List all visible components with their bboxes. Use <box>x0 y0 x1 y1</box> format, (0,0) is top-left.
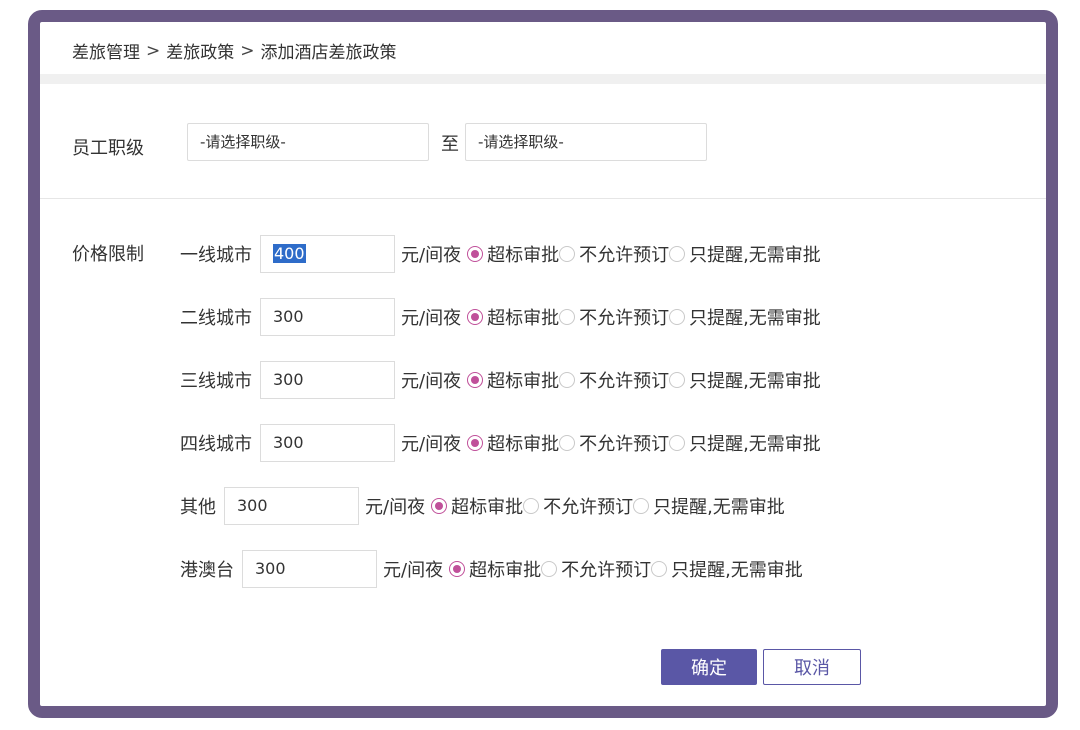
radio-selected-icon[interactable] <box>467 435 484 451</box>
unit-label: 元/间夜 <box>401 371 462 392</box>
price-row-other: 其他 300 元/间夜 超标审批 不允许预订 只提醒,无需审批 <box>180 487 785 525</box>
radio-not-allowed[interactable]: 不允许预订 <box>559 241 669 267</box>
radio-icon[interactable] <box>651 561 668 577</box>
price-row-hk-macau-taiwan: 港澳台 300 元/间夜 超标审批 不允许预订 只提醒,无需审批 <box>180 550 803 588</box>
radio-remind-only[interactable]: 只提醒,无需审批 <box>669 241 821 267</box>
city-label: 三线城市 <box>180 371 252 392</box>
unit-label: 元/间夜 <box>401 308 462 329</box>
radio-icon[interactable] <box>669 435 686 451</box>
radio-icon[interactable] <box>669 372 686 388</box>
option-label: 只提醒,无需审批 <box>689 308 821 329</box>
option-label: 超标审批 <box>487 434 560 455</box>
radio-over-standard-approval[interactable]: 超标审批 <box>467 430 559 456</box>
radio-icon[interactable] <box>559 309 576 325</box>
option-label: 只提醒,无需审批 <box>689 245 821 266</box>
breadcrumb-separator: > <box>146 40 161 61</box>
price-input-hk-macau-taiwan[interactable]: 300 <box>242 550 377 588</box>
radio-icon[interactable] <box>559 372 576 388</box>
price-limit-label: 价格限制 <box>72 244 144 265</box>
option-label: 超标审批 <box>487 371 560 392</box>
radio-remind-only[interactable]: 只提醒,无需审批 <box>669 304 821 330</box>
unit-label: 元/间夜 <box>383 560 444 581</box>
radio-selected-icon[interactable] <box>431 498 448 514</box>
price-row-tier1: 一线城市 400 元/间夜 超标审批 不允许预订 只提醒,无需审批 <box>180 235 821 273</box>
option-label: 超标审批 <box>487 245 560 266</box>
breadcrumb-item-travel-policy[interactable]: 差旅政策 <box>166 38 234 63</box>
radio-remind-only[interactable]: 只提醒,无需审批 <box>669 430 821 456</box>
radio-not-allowed[interactable]: 不允许预订 <box>559 304 669 330</box>
section-divider <box>40 198 1046 199</box>
breadcrumb-item-travel-management[interactable]: 差旅管理 <box>72 38 140 63</box>
radio-icon[interactable] <box>669 309 686 325</box>
unit-label: 元/间夜 <box>401 434 462 455</box>
radio-selected-icon[interactable] <box>467 246 484 262</box>
price-row-tier2: 二线城市 300 元/间夜 超标审批 不允许预订 只提醒,无需审批 <box>180 298 821 336</box>
price-input-tier4[interactable]: 300 <box>260 424 395 462</box>
radio-over-standard-approval[interactable]: 超标审批 <box>467 367 559 393</box>
radio-remind-only[interactable]: 只提醒,无需审批 <box>651 556 803 582</box>
option-label: 不允许预订 <box>579 245 670 266</box>
unit-label: 元/间夜 <box>401 245 462 266</box>
option-label: 不允许预订 <box>543 497 634 518</box>
radio-over-standard-approval[interactable]: 超标审批 <box>449 556 541 582</box>
confirm-button[interactable]: 确定 <box>661 649 757 685</box>
radio-selected-icon[interactable] <box>467 372 484 388</box>
radio-selected-icon[interactable] <box>467 309 484 325</box>
city-label: 二线城市 <box>180 308 252 329</box>
cancel-button[interactable]: 取消 <box>763 649 861 685</box>
option-label: 不允许预订 <box>561 560 652 581</box>
option-label: 只提醒,无需审批 <box>689 434 821 455</box>
price-input-value: 400 <box>273 244 306 263</box>
radio-icon[interactable] <box>633 498 650 514</box>
radio-over-standard-approval[interactable]: 超标审批 <box>431 493 523 519</box>
radio-icon[interactable] <box>669 246 686 262</box>
price-input-tier2[interactable]: 300 <box>260 298 395 336</box>
level-range-to-label: 至 <box>441 134 459 155</box>
radio-remind-only[interactable]: 只提醒,无需审批 <box>669 367 821 393</box>
city-label: 其他 <box>180 497 216 518</box>
radio-over-standard-approval[interactable]: 超标审批 <box>467 304 559 330</box>
option-label: 不允许预订 <box>579 434 670 455</box>
radio-not-allowed[interactable]: 不允许预订 <box>559 430 669 456</box>
radio-icon[interactable] <box>559 246 576 262</box>
radio-icon[interactable] <box>541 561 558 577</box>
radio-remind-only[interactable]: 只提醒,无需审批 <box>633 493 785 519</box>
option-label: 超标审批 <box>487 308 560 329</box>
form-panel: 差旅管理 > 差旅政策 > 添加酒店差旅政策 员工职级 -请选择职级- 至 -请… <box>40 22 1046 706</box>
option-label: 超标审批 <box>451 497 524 518</box>
level-from-select[interactable]: -请选择职级- <box>187 123 429 161</box>
price-input-tier3[interactable]: 300 <box>260 361 395 399</box>
option-label: 超标审批 <box>469 560 542 581</box>
city-label: 一线城市 <box>180 245 252 266</box>
radio-selected-icon[interactable] <box>449 561 466 577</box>
price-input-other[interactable]: 300 <box>224 487 359 525</box>
breadcrumb: 差旅管理 > 差旅政策 > 添加酒店差旅政策 <box>72 38 397 64</box>
radio-icon[interactable] <box>523 498 540 514</box>
option-label: 只提醒,无需审批 <box>653 497 785 518</box>
radio-not-allowed[interactable]: 不允许预订 <box>523 493 633 519</box>
city-label: 港澳台 <box>180 560 234 581</box>
option-label: 不允许预订 <box>579 308 670 329</box>
level-to-select[interactable]: -请选择职级- <box>465 123 707 161</box>
option-label: 只提醒,无需审批 <box>689 371 821 392</box>
price-row-tier3: 三线城市 300 元/间夜 超标审批 不允许预订 只提醒,无需审批 <box>180 361 821 399</box>
employee-level-label: 员工职级 <box>72 138 144 159</box>
unit-label: 元/间夜 <box>365 497 426 518</box>
window-frame: 差旅管理 > 差旅政策 > 添加酒店差旅政策 员工职级 -请选择职级- 至 -请… <box>28 10 1058 718</box>
radio-over-standard-approval[interactable]: 超标审批 <box>467 241 559 267</box>
city-label: 四线城市 <box>180 434 252 455</box>
radio-not-allowed[interactable]: 不允许预订 <box>559 367 669 393</box>
option-label: 只提醒,无需审批 <box>671 560 803 581</box>
radio-not-allowed[interactable]: 不允许预订 <box>541 556 651 582</box>
price-input-tier1[interactable]: 400 <box>260 235 395 273</box>
price-row-tier4: 四线城市 300 元/间夜 超标审批 不允许预订 只提醒,无需审批 <box>180 424 821 462</box>
breadcrumb-item-current: 添加酒店差旅政策 <box>260 43 397 63</box>
breadcrumb-separator: > <box>240 40 255 61</box>
section-band <box>40 74 1046 84</box>
option-label: 不允许预订 <box>579 371 670 392</box>
radio-icon[interactable] <box>559 435 576 451</box>
